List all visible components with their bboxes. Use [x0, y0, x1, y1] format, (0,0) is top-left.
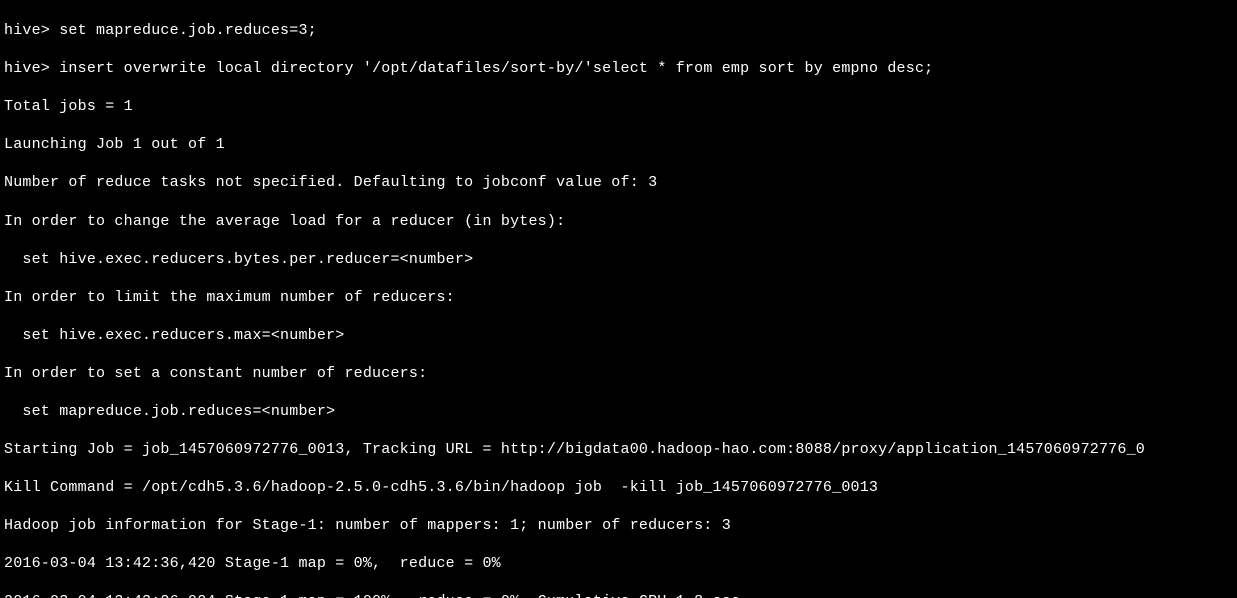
command-text: insert overwrite local directory '/opt/d… — [59, 60, 933, 77]
command-line-1: hive> set mapreduce.job.reduces=3; — [4, 21, 1233, 40]
output-line: set hive.exec.reducers.bytes.per.reducer… — [4, 250, 1233, 269]
progress-line: 2016-03-04 13:43:26,924 Stage-1 map = 10… — [4, 592, 1233, 598]
prompt: hive> — [4, 22, 50, 39]
output-line: In order to limit the maximum number of … — [4, 288, 1233, 307]
progress-line: 2016-03-04 13:42:36,420 Stage-1 map = 0%… — [4, 554, 1233, 573]
prompt: hive> — [4, 60, 50, 77]
output-line: set hive.exec.reducers.max=<number> — [4, 326, 1233, 345]
output-line: In order to change the average load for … — [4, 212, 1233, 231]
output-line: Launching Job 1 out of 1 — [4, 135, 1233, 154]
output-line: Total jobs = 1 — [4, 97, 1233, 116]
output-line: Kill Command = /opt/cdh5.3.6/hadoop-2.5.… — [4, 478, 1233, 497]
output-line: In order to set a constant number of red… — [4, 364, 1233, 383]
output-line: Number of reduce tasks not specified. De… — [4, 173, 1233, 192]
command-line-2: hive> insert overwrite local directory '… — [4, 59, 1233, 78]
output-line: Starting Job = job_1457060972776_0013, T… — [4, 440, 1233, 459]
output-line: Hadoop job information for Stage-1: numb… — [4, 516, 1233, 535]
output-line: set mapreduce.job.reduces=<number> — [4, 402, 1233, 421]
command-text: set mapreduce.job.reduces=3; — [59, 22, 317, 39]
terminal-window[interactable]: hive> set mapreduce.job.reduces=3; hive>… — [0, 0, 1237, 598]
